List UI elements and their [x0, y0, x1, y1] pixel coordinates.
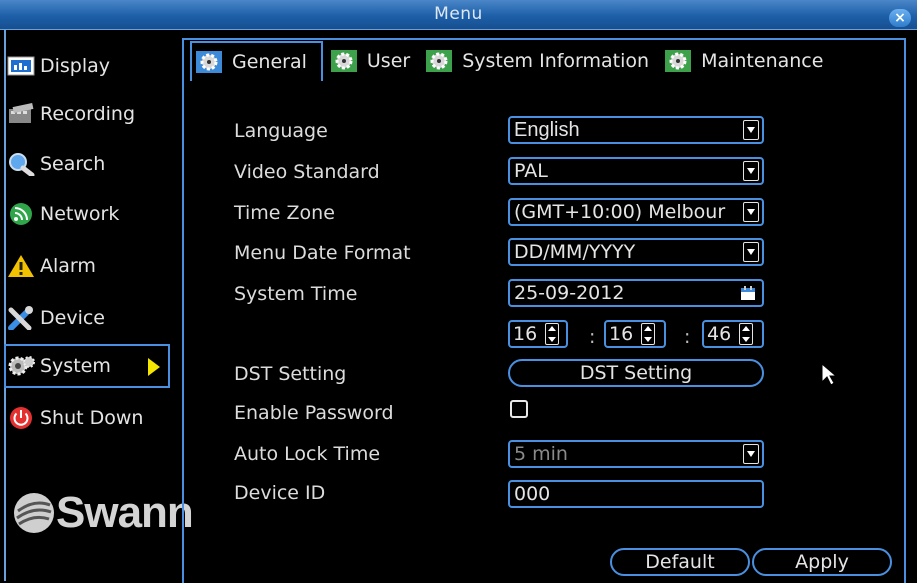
spinner-arrows-icon: [739, 323, 754, 345]
menu-date-format-value: DD/MM/YYYY: [514, 241, 636, 263]
title-bar: Menu ×: [0, 0, 917, 30]
recording-icon: [6, 101, 36, 127]
chevron-down-icon: [743, 120, 759, 140]
gear-icon: [6, 353, 36, 379]
chevron-down-icon: [743, 202, 759, 222]
sidebar-item-label: Network: [40, 203, 120, 225]
spinner-arrows-icon: [641, 323, 656, 345]
system-information-tab-icon: [426, 50, 453, 72]
selected-arrow-icon: [148, 358, 160, 376]
mouse-cursor-icon: [821, 362, 838, 386]
power-icon: [6, 405, 36, 431]
chevron-down-icon: [743, 242, 759, 262]
sidebar-item-label: System: [40, 355, 111, 377]
menu-date-format-select[interactable]: DD/MM/YYYY: [508, 238, 764, 266]
tab-general[interactable]: General: [190, 41, 323, 81]
user-tab-icon: [330, 50, 357, 72]
second-spinner[interactable]: 46: [702, 320, 764, 348]
sidebar-item-label: Recording: [40, 103, 136, 125]
spinner-arrows-icon: [545, 323, 560, 345]
menu-date-format-label: Menu Date Format: [234, 242, 411, 264]
time-zone-select[interactable]: (GMT+10:00) Melbour: [508, 198, 764, 226]
time-separator: :: [589, 326, 596, 348]
time-separator: :: [684, 326, 691, 348]
close-button[interactable]: ×: [889, 9, 911, 27]
default-button[interactable]: Default: [610, 548, 750, 576]
chevron-down-icon: [743, 444, 759, 464]
sidebar-item-search[interactable]: Search: [6, 142, 170, 186]
minute-value: 16: [609, 323, 634, 345]
sidebar-item-shut-down[interactable]: Shut Down: [6, 396, 170, 440]
window-title: Menu: [434, 4, 483, 24]
minute-spinner[interactable]: 16: [604, 320, 666, 348]
hour-spinner[interactable]: 16: [508, 320, 568, 348]
sidebar-item-system[interactable]: System: [4, 344, 170, 388]
sidebar-item-label: Device: [40, 307, 105, 329]
hour-value: 16: [513, 323, 538, 345]
logo-icon: [14, 493, 54, 533]
auto-lock-time-label: Auto Lock Time: [234, 443, 381, 465]
tab-label: System Information: [462, 50, 650, 72]
tab-maintenance[interactable]: Maintenance: [663, 41, 837, 81]
language-select[interactable]: English: [508, 116, 764, 144]
sidebar-item-display[interactable]: Display: [6, 44, 170, 88]
display-icon: [6, 53, 36, 79]
sidebar-item-label: Alarm: [40, 255, 96, 277]
general-tab-icon: [196, 51, 222, 73]
dst-setting-label: DST Setting: [234, 363, 347, 385]
logo-text: Swann: [56, 488, 194, 537]
tab-label: General: [232, 51, 307, 73]
time-zone-label: Time Zone: [234, 202, 335, 224]
auto-lock-time-select[interactable]: 5 min: [508, 440, 764, 468]
alarm-icon: [6, 253, 36, 279]
tab-user[interactable]: User: [329, 41, 424, 81]
sidebar-item-label: Display: [40, 55, 111, 77]
sidebar-item-recording[interactable]: Recording: [6, 92, 170, 136]
apply-button[interactable]: Apply: [752, 548, 892, 576]
video-standard-label: Video Standard: [234, 161, 380, 183]
sidebar-item-label: Shut Down: [40, 407, 144, 429]
time-zone-value: (GMT+10:00) Melbour: [514, 201, 726, 223]
tab-label: Maintenance: [701, 50, 824, 72]
sidebar-item-device[interactable]: Device: [6, 296, 170, 340]
enable-password-label: Enable Password: [234, 402, 394, 424]
tab-bar: General User System Information Maintena…: [190, 40, 837, 82]
sidebar-item-alarm[interactable]: Alarm: [6, 244, 170, 288]
dst-setting-button[interactable]: DST Setting: [508, 359, 764, 387]
device-icon: [6, 305, 36, 331]
second-value: 46: [707, 323, 732, 345]
chevron-down-icon: [743, 161, 759, 181]
brand-logo: Swann: [12, 488, 194, 538]
sidebar-item-network[interactable]: Network: [6, 192, 170, 236]
video-standard-value: PAL: [514, 160, 548, 182]
enable-password-checkbox[interactable]: [510, 400, 528, 418]
network-icon: [6, 201, 36, 227]
auto-lock-time-value: 5 min: [514, 443, 568, 465]
system-date-value: 25-09-2012: [514, 282, 625, 304]
search-icon: [6, 151, 36, 177]
maintenance-tab-icon: [665, 50, 692, 72]
calendar-icon: [741, 285, 755, 300]
video-standard-select[interactable]: PAL: [508, 157, 764, 185]
tab-label: User: [366, 50, 411, 72]
system-date-field[interactable]: 25-09-2012: [508, 279, 764, 307]
system-time-label: System Time: [234, 283, 358, 305]
device-id-label: Device ID: [234, 482, 326, 504]
language-value: English: [514, 118, 580, 141]
device-id-value: 000: [514, 483, 551, 505]
device-id-input[interactable]: 000: [508, 480, 764, 508]
tab-system-information[interactable]: System Information: [424, 41, 663, 81]
language-label: Language: [234, 120, 328, 142]
sidebar-item-label: Search: [40, 153, 106, 175]
